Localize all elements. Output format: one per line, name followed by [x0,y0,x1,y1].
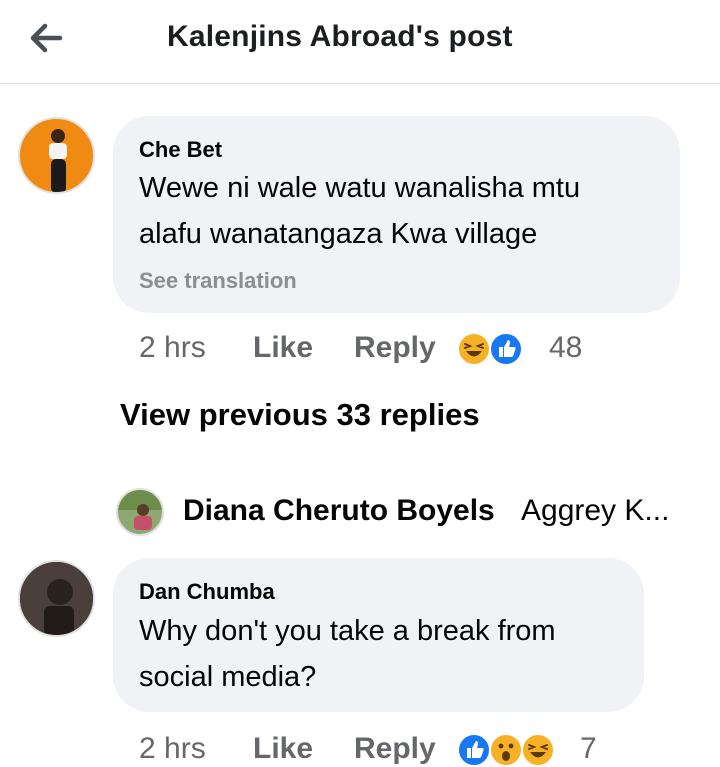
comment-text-line: social media? [139,661,317,693]
see-translation-link[interactable]: See translation [139,268,297,294]
reply-button[interactable]: Reply [354,732,436,766]
arrow-left-icon [30,23,63,53]
page-title: Kalenjins Abroad's post [167,20,513,53]
haha-icon [521,733,555,767]
back-button[interactable] [26,18,70,58]
like-button[interactable]: Like [253,331,313,365]
avatar[interactable] [18,117,95,194]
reply-button[interactable]: Reply [354,331,436,365]
avatar[interactable] [18,560,95,637]
comment-author[interactable]: Dan Chumba [139,579,275,605]
haha-icon [457,332,491,366]
like-icon [489,332,523,366]
reply-preview-text[interactable]: Aggrey K... [521,494,669,528]
view-previous-replies-link[interactable]: View previous 33 replies [120,397,480,433]
comment-text-line: Wewe ni wale watu wanalisha mtu [139,172,581,204]
like-button[interactable]: Like [253,732,313,766]
comment-text-line: Why don't you take a break from [139,615,556,647]
reply-author[interactable]: Diana Cheruto Boyels [183,494,495,528]
reaction-count: 7 [580,732,597,765]
comment-author[interactable]: Che Bet [139,137,222,163]
app-header: Kalenjins Abroad's post [0,0,720,84]
comment-timestamp: 2 hrs [139,331,206,364]
wow-icon [489,733,523,767]
avatar[interactable] [116,488,164,536]
comment-text-line: alafu wanatangaza Kwa village [139,218,538,250]
like-icon [457,733,491,767]
comment-timestamp: 2 hrs [139,732,206,765]
reaction-count: 48 [549,331,583,364]
